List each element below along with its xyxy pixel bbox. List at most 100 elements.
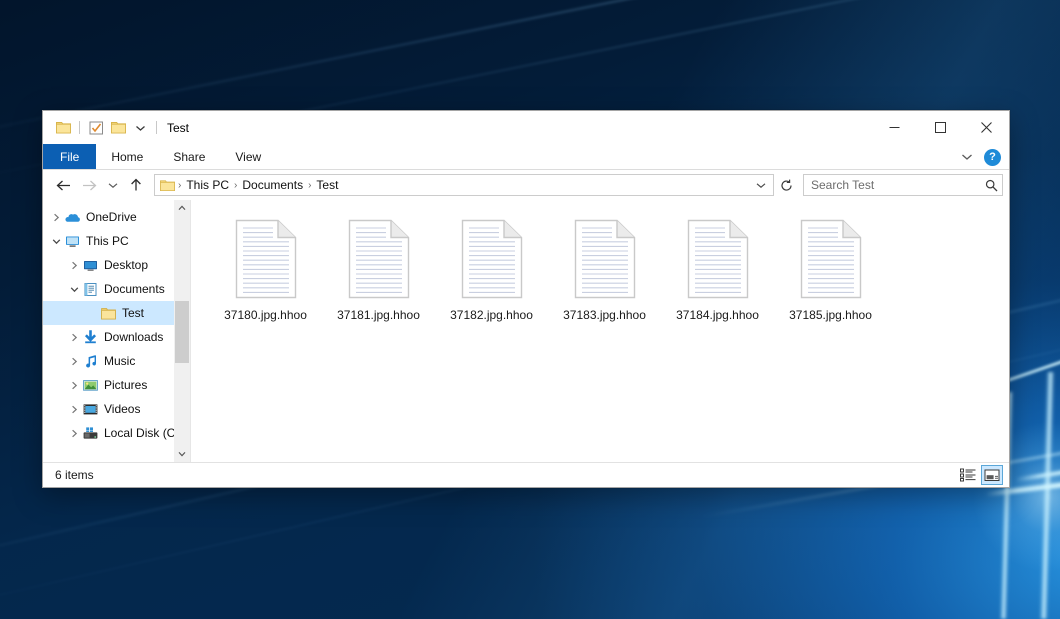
generic-document-icon [343,215,415,303]
chevron-right-icon[interactable] [66,333,82,342]
sidebar-item-music[interactable]: Music [43,349,190,373]
folder-icon[interactable] [53,118,73,138]
file-name-label: 37183.jpg.hhoo [563,308,646,322]
sidebar-item-label: Music [104,354,135,368]
sidebar-item-label: Videos [104,402,140,416]
sidebar-item-videos[interactable]: Videos [43,397,190,421]
generic-document-icon [456,215,528,303]
scroll-down-icon[interactable] [174,446,190,462]
new-folder-icon[interactable] [108,118,128,138]
sidebar-item-this-pc[interactable]: This PC [43,229,190,253]
tab-view[interactable]: View [220,144,276,169]
sidebar-item-label: Desktop [104,258,148,272]
file-name-label: 37184.jpg.hhoo [676,308,759,322]
desktop-icon [82,257,99,273]
address-bar[interactable]: › This PC › Documents › Test [154,174,774,196]
chevron-right-icon[interactable] [48,213,64,222]
search-icon[interactable] [985,179,998,192]
help-icon[interactable]: ? [984,149,1001,166]
chevron-down-icon[interactable] [130,118,150,138]
onedrive-icon [64,209,81,225]
folder-icon [100,305,117,321]
search-box[interactable]: Search Test [803,174,1003,196]
file-list-view[interactable]: 37180.jpg.hhoo 37181.jpg.hhoo 37182.jpg.hh… [191,200,1009,462]
scroll-up-icon[interactable] [174,200,190,216]
tab-file[interactable]: File [43,144,96,169]
file-item[interactable]: 37185.jpg.hhoo [774,213,887,322]
sidebar-item-desktop[interactable]: Desktop [43,253,190,277]
maximize-button[interactable] [917,111,963,144]
sidebar-item-documents[interactable]: Documents [43,277,190,301]
properties-icon[interactable] [86,118,106,138]
sidebar-item-pictures[interactable]: Pictures [43,373,190,397]
close-button[interactable] [963,111,1009,144]
sidebar-item-label: Downloads [104,330,163,344]
up-button[interactable] [124,173,148,197]
quick-access-toolbar [43,118,161,138]
sidebar-item-label: Documents [104,282,165,296]
chevron-down-icon[interactable] [66,285,82,294]
desktop-wallpaper: Test File Home Share View [0,0,1060,619]
scrollbar-thumb[interactable] [175,301,189,363]
file-item[interactable]: 37184.jpg.hhoo [661,213,774,322]
file-name-label: 37181.jpg.hhoo [337,308,420,322]
generic-document-icon [795,215,867,303]
chevron-right-icon[interactable] [66,357,82,366]
address-dropdown-chevron-down-icon[interactable] [751,175,771,195]
tab-home[interactable]: Home [96,144,158,169]
forward-button[interactable] [77,173,101,197]
expand-ribbon-chevron-down-icon[interactable] [956,146,978,168]
ribbon-tab-bar: File Home Share View ? [43,144,1009,170]
generic-document-icon [682,215,754,303]
chevron-right-icon[interactable] [66,381,82,390]
breadcrumb-test[interactable]: Test [312,178,342,192]
computer-icon [64,233,81,249]
ribbon-right-controls: ? [956,144,1005,170]
window-controls [871,111,1009,144]
file-explorer-window: Test File Home Share View [42,110,1010,488]
chevron-right-icon[interactable] [66,429,82,438]
large-icons-view-button[interactable] [981,465,1003,485]
sidebar-item-downloads[interactable]: Downloads [43,325,190,349]
harddrive-icon [82,425,99,441]
generic-document-icon [230,215,302,303]
downloads-icon [82,329,99,345]
chevron-right-icon[interactable] [66,405,82,414]
videos-icon [82,401,99,417]
file-name-label: 37180.jpg.hhoo [224,308,307,322]
recent-locations-chevron-down-icon[interactable] [103,173,122,197]
generic-document-icon [569,215,641,303]
sidebar-item-test[interactable]: Test [43,301,190,325]
refresh-icon[interactable] [776,175,796,195]
scrollbar-track[interactable] [174,216,190,446]
navigation-pane: OneDrive This PC Desktop Documents Test Downl… [43,200,191,462]
file-item[interactable]: 37182.jpg.hhoo [435,213,548,322]
sidebar-item-local-disk-c[interactable]: Local Disk (C:) [43,421,190,445]
file-item[interactable]: 37181.jpg.hhoo [322,213,435,322]
back-button[interactable] [51,173,75,197]
sidebar-item-label: Test [122,306,144,320]
search-input[interactable]: Search Test [811,178,985,192]
pictures-icon [82,377,99,393]
sidebar-item-label: OneDrive [86,210,137,224]
tab-share[interactable]: Share [158,144,220,169]
address-bar-row: › This PC › Documents › Test Search Test [43,170,1009,200]
chevron-down-icon[interactable] [48,237,64,246]
music-icon [82,353,99,369]
file-item[interactable]: 37180.jpg.hhoo [209,213,322,322]
minimize-button[interactable] [871,111,917,144]
details-view-button[interactable] [957,465,979,485]
breadcrumb-documents[interactable]: Documents [238,178,307,192]
item-count-label: 6 items [55,468,94,482]
chevron-right-icon[interactable] [66,261,82,270]
sidebar-item-label: Local Disk (C:) [104,426,183,440]
file-name-label: 37182.jpg.hhoo [450,308,533,322]
toolbar-separator [156,121,157,134]
sidebar-item-label: This PC [86,234,129,248]
file-item[interactable]: 37183.jpg.hhoo [548,213,661,322]
sidebar-scrollbar[interactable] [174,200,190,462]
documents-icon [82,281,99,297]
sidebar-item-onedrive[interactable]: OneDrive [43,205,190,229]
file-name-label: 37185.jpg.hhoo [789,308,872,322]
breadcrumb-this-pc[interactable]: This PC [182,178,233,192]
